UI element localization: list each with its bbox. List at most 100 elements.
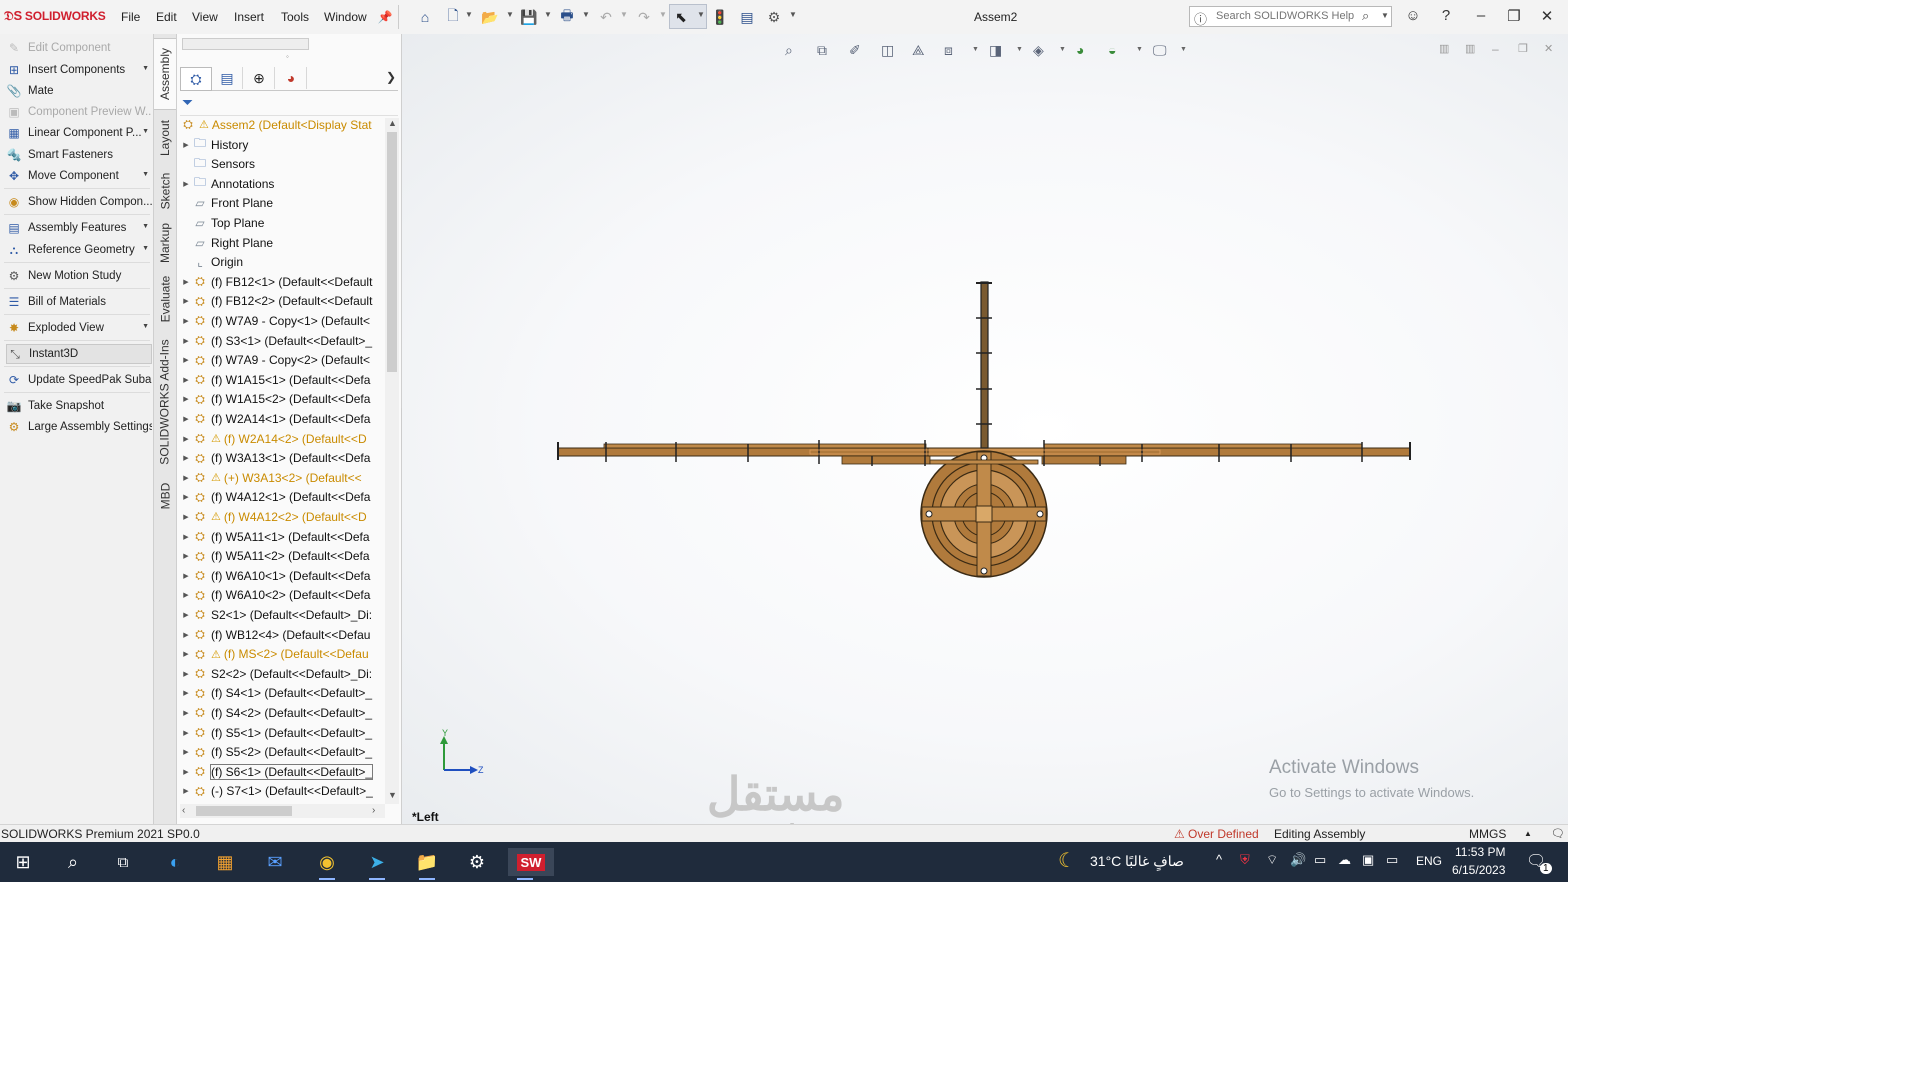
graphics-area[interactable]: ⌕ ⧉ ✐ ◫ ⟁ ⧈ ▼ ◨ ▼ ◈ ▼ ◕ ◒ ▼ 🖵 ▼ ▥ ▥ – ❐ … bbox=[402, 34, 1568, 824]
tab-solidworks-addins[interactable]: SOLIDWORKS Add-Ins bbox=[154, 332, 176, 472]
smart-fasteners-button[interactable]: 🔩 Smart Fasteners bbox=[6, 145, 152, 165]
tree-item[interactable]: ▶ ⛭ (f) W1A15<1> (Default<<Defa bbox=[180, 370, 385, 389]
expand-arrow-icon[interactable]: ▶ bbox=[180, 141, 192, 149]
expand-arrow-icon[interactable]: ▶ bbox=[180, 278, 192, 286]
model-wing-left[interactable] bbox=[557, 440, 931, 466]
tree-item[interactable]: ▶ ⛭ ⚠ (f) MS<2> (Default<<Defau bbox=[180, 645, 385, 664]
clock-date[interactable]: 6/15/2023 bbox=[1452, 863, 1505, 877]
scrollbar-thumb[interactable] bbox=[387, 132, 397, 372]
weather-temperature[interactable]: 31°C bbox=[1090, 853, 1121, 869]
options-gear-icon[interactable]: ⚙ bbox=[764, 7, 784, 27]
expand-arrow-icon[interactable]: ▶ bbox=[180, 474, 192, 482]
expand-arrow-icon[interactable]: ▶ bbox=[180, 454, 192, 462]
take-snapshot-button[interactable]: 📷 Take Snapshot bbox=[6, 396, 152, 416]
tree-item[interactable]: ▶ ⛭ (f) S3<1> (Default<<Default>_ bbox=[180, 331, 385, 350]
wifi-icon[interactable]: ⌔ bbox=[1266, 852, 1278, 868]
large-assembly-settings-button[interactable]: ⚙ Large Assembly Settings bbox=[6, 417, 152, 437]
tab-mbd[interactable]: MBD bbox=[154, 478, 176, 514]
tree-item[interactable]: ▶ ⛭ (f) W6A10<2> (Default<<Defa bbox=[180, 586, 385, 605]
solidworks-logo[interactable]: 𝔇S SOLIDWORKS bbox=[4, 8, 106, 24]
expand-arrow-icon[interactable]: ▶ bbox=[180, 337, 192, 345]
close-icon[interactable]: ✕ bbox=[1536, 7, 1558, 25]
edge-browser-icon[interactable]: ◐ bbox=[158, 848, 192, 876]
dropdown-arrow-icon[interactable]: ▼ bbox=[142, 223, 149, 230]
pin-icon[interactable]: 📌 bbox=[375, 7, 395, 27]
expand-arrow-icon[interactable]: ▶ bbox=[180, 729, 192, 737]
file-explorer-icon[interactable]: 📁 bbox=[410, 848, 444, 880]
open-folder-icon[interactable]: 📂 bbox=[480, 7, 500, 27]
expand-arrow-icon[interactable]: ▶ bbox=[180, 670, 192, 678]
expand-arrow-icon[interactable]: ▶ bbox=[180, 513, 192, 521]
solidworks-taskbar-icon[interactable]: SW bbox=[508, 848, 554, 880]
expand-arrow-icon[interactable]: ▶ bbox=[180, 317, 192, 325]
show-hidden-components-button[interactable]: ◉ Show Hidden Compon... bbox=[6, 192, 152, 212]
expand-arrow-icon[interactable]: ▶ bbox=[180, 297, 192, 305]
tree-item[interactable]: ▶ ⛭ (f) W5A11<1> (Default<<Defa bbox=[180, 527, 385, 546]
tree-item[interactable]: ▶ ⛭ (f) W4A12<1> (Default<<Defa bbox=[180, 488, 385, 507]
menu-edit[interactable]: Edit bbox=[156, 10, 177, 24]
help-search-box[interactable]: ⓘ ⌕ ▼ bbox=[1189, 6, 1392, 27]
select-cursor-icon[interactable]: ⬉ bbox=[671, 7, 691, 27]
search-dropdown-icon[interactable]: ▼ bbox=[1381, 11, 1389, 20]
expand-arrow-icon[interactable]: ▶ bbox=[180, 493, 192, 501]
expand-arrow-icon[interactable]: ▶ bbox=[180, 768, 192, 776]
tree-item[interactable]: ▶ ⛭ (f) S6<1> (Default<<Default>_ bbox=[180, 762, 385, 781]
model-wing-right[interactable] bbox=[1041, 440, 1411, 466]
task-view-icon[interactable]: ⧉ bbox=[106, 848, 140, 876]
tree-item[interactable]: ▶ ⛭ (f) W2A14<1> (Default<<Defa bbox=[180, 409, 385, 428]
help-icon[interactable]: ? bbox=[1435, 7, 1457, 24]
tree-item[interactable]: ▶ ⛭ (f) S4<2> (Default<<Default>_ bbox=[180, 703, 385, 722]
tree-item[interactable]: ▶ ⛭ (f) FB12<1> (Default<<Default bbox=[180, 272, 385, 291]
assembly-features-button[interactable]: ▤ Assembly Features ▼ bbox=[6, 218, 152, 238]
save-icon[interactable]: 💾 bbox=[519, 7, 539, 27]
dropdown-arrow-icon[interactable]: ▼ bbox=[142, 245, 149, 252]
volume-icon[interactable]: 🔊 bbox=[1290, 852, 1306, 868]
update-speedpak-button[interactable]: ⟳ Update SpeedPak Suba... bbox=[6, 370, 152, 390]
tree-item[interactable]: ▶ ⛭ (f) W5A11<2> (Default<<Defa bbox=[180, 547, 385, 566]
menu-view[interactable]: View bbox=[192, 10, 218, 24]
dropdown-arrow-icon[interactable]: ▼ bbox=[142, 65, 149, 72]
constraint-status[interactable]: Over Defined bbox=[1188, 827, 1259, 841]
scroll-right-icon[interactable]: › bbox=[372, 805, 375, 816]
unit-system[interactable]: MMGS bbox=[1469, 827, 1506, 841]
component-preview-button[interactable]: ▣ Component Preview W... bbox=[6, 102, 152, 122]
chevron-right-icon[interactable]: ❯ bbox=[386, 70, 396, 84]
filter-bar[interactable] bbox=[180, 90, 398, 116]
tree-item[interactable]: ▶ 🗀 Annotations bbox=[180, 174, 385, 193]
featuremanager-tree-icon[interactable]: ⛭ bbox=[180, 67, 212, 91]
dropdown-arrow-icon[interactable]: ▼ bbox=[142, 128, 149, 135]
tree-item[interactable]: ▶ ⛭ ⚠ (+) W3A13<2> (Default<< bbox=[180, 468, 385, 487]
tab-markup[interactable]: Markup bbox=[154, 218, 176, 268]
tree-item[interactable]: ▶ 🗀 History bbox=[180, 135, 385, 154]
units-dropdown-icon[interactable]: ▲ bbox=[1524, 829, 1532, 838]
tree-item[interactable]: ▶ ⛭ ⚠ (f) W4A12<2> (Default<<D bbox=[180, 507, 385, 526]
tree-item[interactable]: ▶ ⛭ (-) S7<1> (Default<<Default>_ bbox=[180, 782, 385, 801]
tree-item[interactable]: ▱ Right Plane bbox=[180, 233, 385, 252]
display-icon[interactable]: ▣ bbox=[1362, 852, 1374, 868]
tab-layout[interactable]: Layout bbox=[154, 112, 176, 164]
expand-arrow-icon[interactable]: ▶ bbox=[180, 709, 192, 717]
assembly-model[interactable] bbox=[402, 34, 1568, 824]
user-account-icon[interactable]: ☺ bbox=[1402, 7, 1424, 24]
reference-geometry-button[interactable]: ⛬ Reference Geometry ▼ bbox=[6, 240, 152, 260]
edit-component-button[interactable]: ✎ Edit Component bbox=[6, 38, 152, 58]
instant3d-button[interactable]: ⤡ Instant3D bbox=[6, 344, 152, 364]
redo-icon[interactable]: ↷ bbox=[634, 7, 654, 27]
tree-item[interactable]: ▶ ⛭ (f) W1A15<2> (Default<<Defa bbox=[180, 390, 385, 409]
tree-item[interactable]: ⌞ Origin bbox=[180, 253, 385, 272]
dropdown-arrow-icon[interactable]: ▼ bbox=[142, 323, 149, 330]
file-properties-icon[interactable]: ▤ bbox=[737, 7, 757, 27]
rebuild-icon[interactable]: 🚦 bbox=[710, 7, 730, 27]
tooltip-bubble-icon[interactable]: 🗨 bbox=[1551, 827, 1565, 840]
tree-root-assembly[interactable]: ⛭ ⚠ Assem2 (Default<Display Stat bbox=[180, 115, 385, 134]
print-icon[interactable]: 🖶 bbox=[557, 7, 577, 27]
tab-evaluate[interactable]: Evaluate bbox=[154, 270, 176, 328]
save-dropdown-icon[interactable]: ▼ bbox=[544, 10, 552, 19]
expand-arrow-icon[interactable]: ▶ bbox=[180, 631, 192, 639]
microsoft-store-icon[interactable]: ▦ bbox=[208, 848, 242, 876]
battery-icon[interactable]: ▭ bbox=[1386, 852, 1398, 868]
new-dropdown-icon[interactable]: ▼ bbox=[465, 10, 473, 19]
tree-item[interactable]: ▶ ⛭ (f) S5<1> (Default<<Default>_ bbox=[180, 723, 385, 742]
linear-component-pattern-button[interactable]: ▦ Linear Component P... ▼ bbox=[6, 123, 152, 143]
select-dropdown-icon[interactable]: ▼ bbox=[697, 10, 705, 19]
